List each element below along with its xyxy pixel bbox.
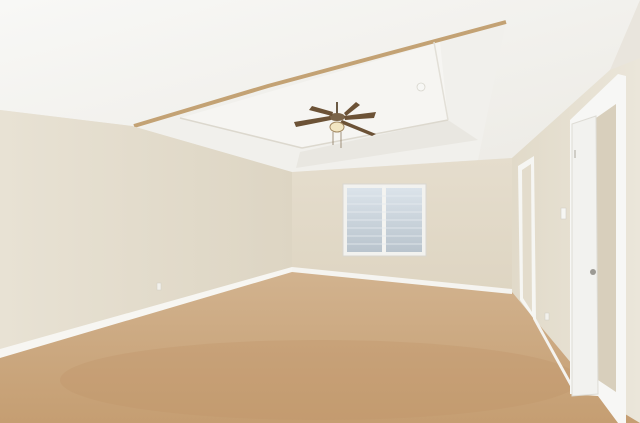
door-knob [590, 269, 596, 275]
doorway-near-opening [596, 104, 616, 392]
outlet-left [156, 282, 162, 291]
fan-light [329, 121, 345, 133]
door-hinge [574, 150, 576, 158]
carpet-shading [60, 340, 580, 420]
outlet-right [544, 312, 550, 321]
bedroom-photo [0, 0, 640, 423]
doorway-middle-opening [522, 164, 532, 312]
smoke-detector [416, 82, 426, 92]
light-switch [560, 207, 567, 220]
scene-svg [0, 0, 640, 423]
